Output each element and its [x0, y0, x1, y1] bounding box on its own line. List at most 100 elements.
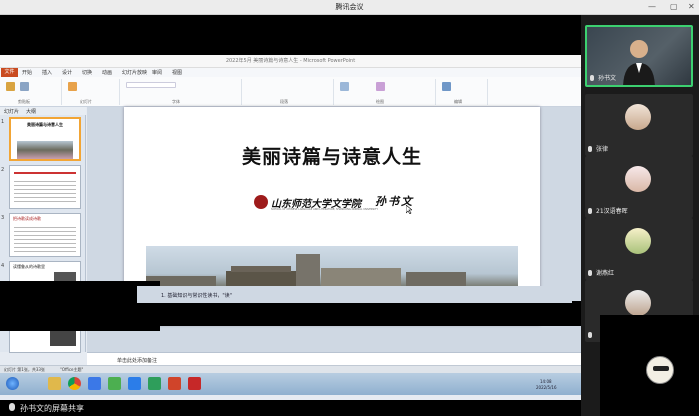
slide-thumbnail-1[interactable]: 美丽诗篇与诗意人生 — [9, 117, 81, 161]
shared-desktop: 2022年5月 美丽诗篇与诗意人生 - Microsoft PowerPoint… — [0, 55, 581, 400]
screen-share-area: 2022年5月 美丽诗篇与诗意人生 - Microsoft PowerPoint… — [0, 15, 581, 416]
participant-name: 孙书文 — [598, 75, 617, 82]
file-tab[interactable]: 文件 — [1, 68, 18, 77]
participant-avatar — [625, 104, 651, 130]
find-icon[interactable] — [442, 82, 451, 91]
thumb-text-lines — [14, 224, 76, 254]
notes-pane[interactable]: 单击此处添加备注 — [87, 352, 581, 365]
participant-name: 21汉语春晖 — [596, 208, 628, 215]
thumb-title-3: 把诗歌读成诗歌 — [13, 216, 41, 221]
participant-tile-3[interactable]: 21汉语春晖 — [585, 156, 693, 218]
windows-taskbar: 14:08 2022/5/16 — [0, 373, 581, 395]
thumb-text-lines — [14, 178, 76, 204]
ppt-menu-bar: 开始 插入 设计 切换 动画 幻灯片放映 审阅 视图 — [0, 68, 581, 77]
ribbon-group-slides: 幻灯片 — [64, 79, 120, 105]
lower-text: 1. 基础知识与常识性读书，"读" — [161, 293, 232, 299]
tab-slides[interactable]: 幻灯片 — [4, 108, 19, 115]
ribbon-label-font: 字体 — [172, 99, 180, 104]
thumb-line — [14, 172, 76, 174]
ribbon-label-paragraph: 段落 — [280, 99, 288, 104]
start-button-icon[interactable] — [6, 377, 19, 390]
ppt-title-bar: 2022年5月 美丽诗篇与诗意人生 - Microsoft PowerPoint — [0, 55, 581, 68]
app-icon[interactable] — [108, 377, 121, 390]
menu-review[interactable]: 审阅 — [152, 69, 162, 76]
share-mic-icon — [9, 403, 15, 411]
window-title: 腾讯会议 — [335, 3, 364, 11]
ppt-window-title: 2022年5月 美丽诗篇与诗意人生 - Microsoft PowerPoint — [225, 58, 356, 64]
menu-transitions[interactable]: 切换 — [82, 69, 92, 76]
tray-date: 2022/5/16 — [536, 385, 557, 390]
powerpoint-icon[interactable] — [168, 377, 181, 390]
meeting-icon[interactable] — [128, 377, 141, 390]
participant-avatar — [625, 228, 651, 254]
menu-animations[interactable]: 动画 — [102, 69, 112, 76]
participant-avatar — [625, 166, 651, 192]
ribbon-group-font: 字体 — [122, 79, 242, 105]
participant-tile-1[interactable]: 孙书文 — [585, 25, 693, 87]
tab-outline[interactable]: 大纲 — [26, 108, 36, 115]
menu-view[interactable]: 视图 — [172, 69, 182, 76]
ribbon-label-drawing: 绘图 — [376, 99, 384, 104]
font-select[interactable] — [126, 82, 176, 88]
ribbon-label-slides: 幻灯片 — [80, 99, 92, 104]
participant-avatar — [625, 290, 651, 316]
thumb-num-4: 4 — [1, 263, 5, 269]
mic-icon — [588, 208, 592, 214]
participant-person — [623, 40, 655, 85]
chrome-icon[interactable] — [68, 377, 81, 390]
title-bar: 腾讯会议 — ▢ ✕ — [0, 0, 699, 15]
ribbon-group-paragraph: 段落 — [244, 79, 334, 105]
slide-title: 美丽诗篇与诗意人生 — [241, 146, 422, 168]
participant-name: 谢燕红 — [596, 270, 615, 277]
ribbon-label-editing: 编辑 — [454, 99, 462, 104]
ribbon: 剪贴板 幻灯片 字体 段落 绘图 编辑 — [0, 77, 581, 107]
thumb-num-3: 3 — [1, 215, 5, 221]
thumb-image — [17, 141, 73, 159]
notes-placeholder: 单击此处添加备注 — [117, 358, 158, 364]
cut-icon[interactable] — [20, 82, 29, 91]
school-name-english: SCHOOL OF CHINESE LANGUAGE AND LITERATUR… — [271, 208, 379, 211]
pdf-icon[interactable] — [188, 377, 201, 390]
ribbon-label-clipboard: 剪贴板 — [18, 99, 30, 104]
arrange-icon[interactable] — [376, 82, 385, 91]
participant-tile-4[interactable]: 谢燕红 — [585, 218, 693, 280]
ppt-status-bar: 幻灯片 第1张，共33张 "Office主题" — [0, 365, 581, 373]
thumb-num-1: 1 — [1, 119, 5, 125]
ribbon-group-clipboard: 剪贴板 — [2, 79, 62, 105]
panel-tabs: 幻灯片 大纲 — [0, 107, 86, 115]
wechat-icon[interactable] — [148, 377, 161, 390]
mic-icon — [588, 146, 592, 152]
mic-icon — [590, 75, 594, 81]
tray-clock[interactable]: 14:08 — [540, 379, 552, 384]
paste-icon[interactable] — [6, 82, 15, 91]
minimize-icon[interactable]: — — [648, 2, 656, 11]
university-seal-icon — [254, 195, 268, 209]
explorer-icon[interactable] — [48, 377, 61, 390]
thumb-title-1: 美丽诗篇与诗意人生 — [27, 122, 63, 127]
thumb-title-4: 读懂鲁从的诗歌里 — [13, 264, 45, 269]
thumb-num-2: 2 — [1, 167, 5, 173]
participant-tile-2[interactable]: 张律 — [585, 94, 693, 156]
ribbon-group-editing: 编辑 — [438, 79, 488, 105]
menu-design[interactable]: 设计 — [62, 69, 72, 76]
menu-insert[interactable]: 插入 — [42, 69, 52, 76]
maximize-icon[interactable]: ▢ — [670, 2, 678, 11]
screen-share-label: 孙书文的屏幕共享 — [20, 404, 84, 413]
share-bottom-bar — [0, 409, 581, 416]
mic-icon — [588, 332, 592, 338]
browser-icon[interactable] — [88, 377, 101, 390]
ribbon-group-drawing: 绘图 — [336, 79, 436, 105]
new-slide-icon[interactable] — [68, 82, 77, 91]
mouse-cursor-icon — [406, 205, 412, 214]
slide-thumbnail-3[interactable]: 把诗歌读成诗歌 — [9, 213, 81, 257]
render-glitch — [0, 301, 581, 326]
participant-avatar — [646, 356, 674, 384]
menu-home[interactable]: 开始 — [22, 69, 32, 76]
shapes-icon[interactable] — [340, 82, 349, 91]
slide-thumbnail-2[interactable] — [9, 165, 81, 209]
menu-slideshow[interactable]: 幻灯片放映 — [122, 69, 147, 76]
sunglasses-icon — [653, 366, 669, 371]
mic-icon — [588, 270, 592, 276]
participant-name: 张律 — [596, 146, 609, 153]
close-icon[interactable]: ✕ — [688, 2, 695, 11]
